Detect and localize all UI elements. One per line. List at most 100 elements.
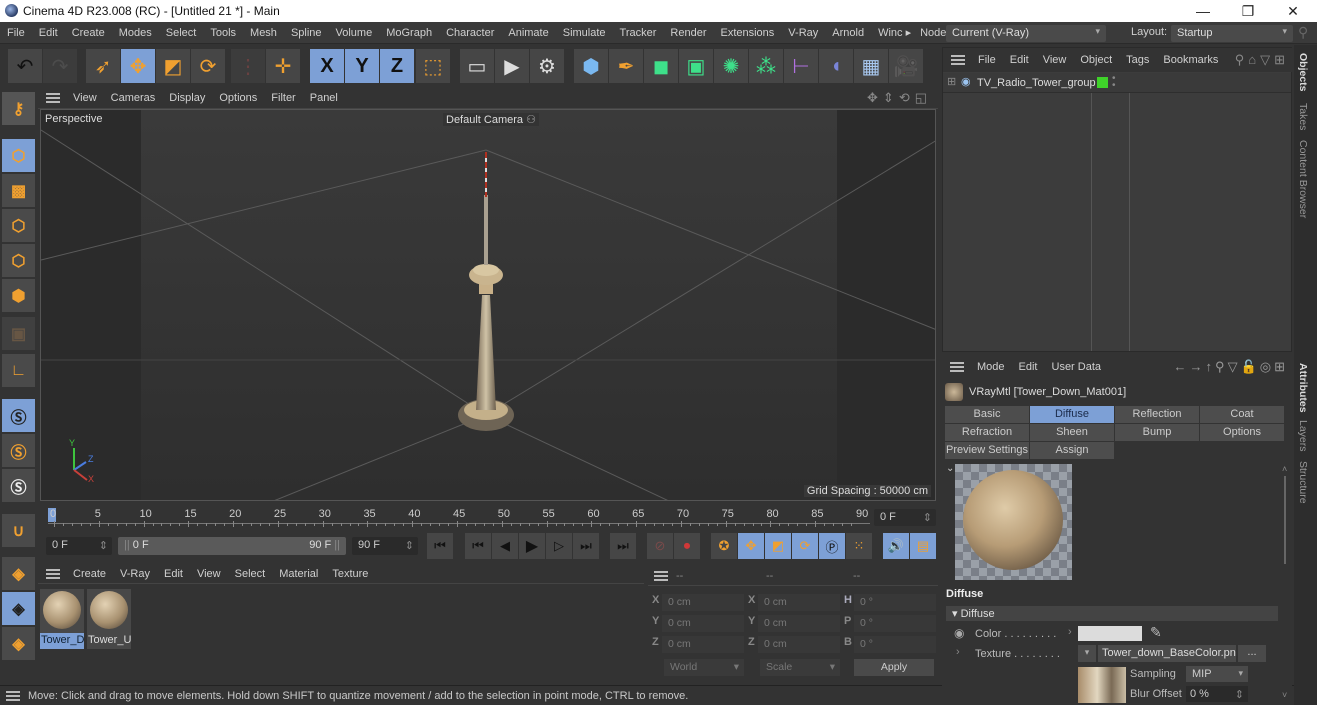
attributes-menu-mode[interactable]: Mode (970, 361, 1012, 373)
rotate-icon[interactable]: ⟳ (191, 49, 225, 83)
tab-reflection[interactable]: Reflection (1115, 406, 1200, 423)
side-tab-attributes[interactable]: Attributes (1297, 363, 1309, 413)
tab-basic[interactable]: Basic (945, 406, 1030, 423)
menu-mesh[interactable]: Mesh (243, 27, 284, 39)
floor-icon[interactable]: ▦ (854, 49, 888, 83)
expand-arrow-icon[interactable]: › (1068, 626, 1072, 638)
rotation-p-field[interactable]: 0 ° (854, 615, 936, 632)
side-tab-structure[interactable]: Structure (1297, 461, 1309, 504)
hamburger-icon[interactable] (951, 55, 965, 65)
attributes-menu-edit[interactable]: Edit (1012, 361, 1045, 373)
viewport-menu-panel[interactable]: Panel (303, 92, 345, 104)
side-tab-objects[interactable]: Objects (1297, 53, 1309, 92)
objects-menu-object[interactable]: Object (1073, 54, 1119, 66)
pen-icon[interactable]: ✒ (609, 49, 643, 83)
scroll-down-icon[interactable]: ˅ (1282, 690, 1287, 700)
redo-icon[interactable]: ↷ (43, 49, 77, 83)
menu-file[interactable]: File (0, 27, 32, 39)
menu-vray[interactable]: V-Ray (781, 27, 825, 39)
x-axis-lock-icon[interactable]: X (310, 49, 344, 83)
search-icon[interactable]: ⚲ (1298, 24, 1308, 41)
visibility-dots-icon[interactable]: • • (1112, 74, 1116, 91)
menu-create[interactable]: Create (65, 27, 112, 39)
rotation-b-field[interactable]: 0 ° (854, 636, 936, 653)
solo-icon[interactable]: Ⓢ (2, 399, 35, 432)
position-x-field[interactable]: 0 cm (662, 594, 744, 611)
viewport-menu-options[interactable]: Options (212, 92, 264, 104)
locked-workplane-icon[interactable]: ◈ (2, 592, 35, 625)
side-tab-takes[interactable]: Takes (1297, 103, 1309, 130)
rotation-h-field[interactable]: 0 ° (854, 594, 936, 611)
coord-space-dropdown[interactable]: World ▾ (664, 659, 744, 676)
texture-browse-button[interactable]: ... (1238, 645, 1266, 662)
menu-spline[interactable]: Spline (284, 27, 329, 39)
coord-mode-dropdown[interactable]: Scale ▾ (760, 659, 840, 676)
model-mode-icon[interactable]: ⬡ (2, 139, 35, 172)
start-frame-field[interactable]: 0 F ⇕ (46, 537, 112, 555)
hamburger-icon[interactable] (46, 568, 60, 579)
solo-hierarchy-icon[interactable]: Ⓢ (2, 434, 35, 467)
material-menu-create[interactable]: Create (66, 568, 113, 580)
material-menu-select[interactable]: Select (228, 568, 273, 580)
objects-menu-tags[interactable]: Tags (1119, 54, 1156, 66)
edges-mode-icon[interactable]: ⬡ (2, 244, 35, 277)
keyframe-selection-icon[interactable]: ✪ (711, 533, 737, 559)
menu-tracker[interactable]: Tracker (613, 27, 664, 39)
material-thumbnail[interactable]: Tower_D (40, 589, 84, 649)
camera-icon[interactable]: 🎥 (889, 49, 923, 83)
menu-mograph[interactable]: MoGraph (379, 27, 439, 39)
polygons-mode-icon[interactable]: ⬢ (2, 279, 35, 312)
sampling-dropdown[interactable]: MIP ▾ (1186, 666, 1248, 682)
menu-volume[interactable]: Volume (329, 27, 380, 39)
render-settings-icon[interactable]: ⚙ (530, 49, 564, 83)
scripts-icon[interactable]: ⚷ (2, 92, 35, 125)
tab-bump[interactable]: Bump (1115, 424, 1200, 441)
expand-arrow-icon[interactable]: › (956, 646, 960, 658)
objects-menu-bookmarks[interactable]: Bookmarks (1156, 54, 1225, 66)
undo-icon[interactable]: ↶ (8, 49, 42, 83)
scale-icon[interactable]: ◩ (156, 49, 190, 83)
position-y-field[interactable]: 0 cm (662, 615, 744, 632)
previous-frame-button[interactable]: ◀ (492, 533, 518, 559)
apply-button[interactable]: Apply (854, 659, 934, 676)
layer-color-swatch[interactable] (1097, 77, 1108, 88)
scale-x-field[interactable]: 0 cm (758, 594, 840, 611)
layout-dropdown[interactable]: Startup ▾ (1171, 25, 1293, 42)
extrude-icon[interactable]: ▣ (679, 49, 713, 83)
next-frame-button[interactable]: ▷ (546, 533, 572, 559)
go-to-end-button[interactable]: ⏭ (610, 533, 636, 559)
material-menu-texture[interactable]: Texture (325, 568, 375, 580)
timeline-ruler[interactable]: 0 5 10 15 20 25 30 35 40 45 50 55 60 65 70 75 80 85 90 0 F… (40, 503, 936, 533)
blur-offset-field[interactable]: 0 % ⇕ (1186, 686, 1248, 702)
eyedropper-icon[interactable]: ✎ (1150, 624, 1162, 641)
scale-z-field[interactable]: 0 cm (758, 636, 840, 653)
move-icon[interactable]: ✥ (121, 49, 155, 83)
3d-viewport[interactable]: Y Z X Perspective Default Camera ⚇ Grid … (40, 109, 936, 501)
coordinate-system-icon[interactable]: ⬚ (416, 49, 450, 83)
menu-window[interactable]: Winc ▸ (871, 26, 918, 39)
animation-radio-icon[interactable]: ◉ (954, 626, 964, 640)
next-key-button[interactable]: ⏭ (573, 533, 599, 559)
menu-select[interactable]: Select (159, 27, 204, 39)
live-selection-icon[interactable]: ➶ (86, 49, 120, 83)
render-to-picture-viewer-icon[interactable]: ▶ (495, 49, 529, 83)
sound-icon[interactable]: 🔊 (883, 533, 909, 559)
menu-animate[interactable]: Animate (501, 27, 555, 39)
hamburger-icon[interactable] (654, 570, 668, 581)
key-scale-icon[interactable]: ◩ (765, 533, 791, 559)
tab-coat[interactable]: Coat (1200, 406, 1285, 423)
add-tool-icon[interactable]: ✛ (266, 49, 300, 83)
workplane-icon[interactable]: ◈ (2, 557, 35, 590)
hamburger-icon[interactable] (6, 690, 20, 701)
objects-menu-edit[interactable]: Edit (1003, 54, 1036, 66)
maximize-button[interactable]: ❐ (1225, 0, 1271, 22)
attributes-toolbar-icons[interactable]: ←→↑⚲▽🔓◎⊞ (1174, 359, 1292, 375)
tab-sheen[interactable]: Sheen (1030, 424, 1115, 441)
deformer-icon[interactable]: ⊢ (784, 49, 818, 83)
viewport-menu-view[interactable]: View (66, 92, 104, 104)
previous-key-button[interactable]: ⏮ (465, 533, 491, 559)
camera-label[interactable]: Default Camera ⚇ (443, 113, 539, 126)
material-menu-view[interactable]: View (190, 568, 228, 580)
scrollbar[interactable] (1284, 476, 1286, 564)
menu-extensions[interactable]: Extensions (713, 27, 781, 39)
